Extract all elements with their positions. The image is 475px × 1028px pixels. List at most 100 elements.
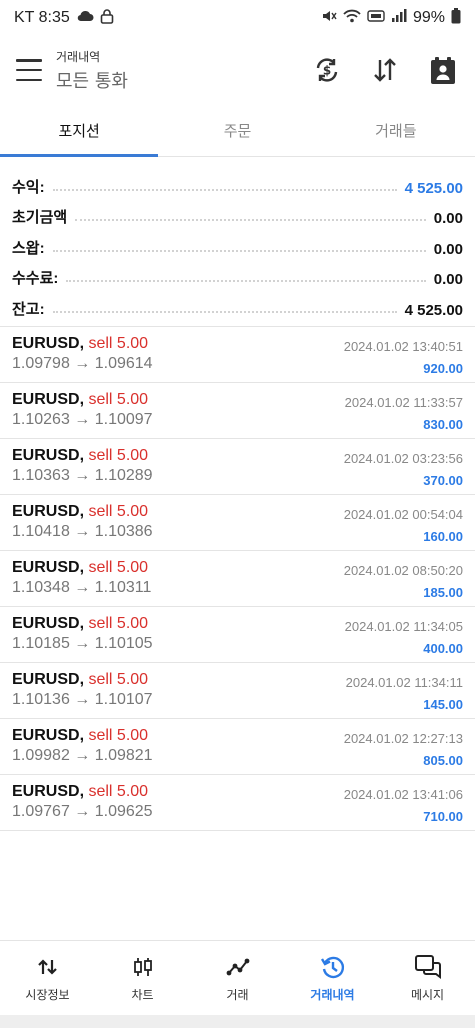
nav-item-history[interactable]: 거래내역 (285, 941, 380, 1016)
deal-time: 2024.01.02 13:41:06 (343, 787, 463, 802)
history-icon (320, 954, 346, 980)
deal-row[interactable]: EURUSD, sell 5.00 1.10363 → 1.10289 2024… (0, 439, 475, 495)
dotted-leader (75, 219, 426, 221)
deal-profit: 370.00 (423, 473, 463, 488)
wifi-icon (343, 9, 361, 28)
status-left: KT 8:35 (14, 8, 114, 29)
deposit-icon[interactable] (427, 54, 459, 86)
nav-item-quotes[interactable]: 시장정보 (0, 941, 95, 1016)
summary-label: 수수료: (12, 270, 59, 287)
deal-type: sell 5.00 (88, 559, 149, 576)
deal-row[interactable]: EURUSD, sell 5.00 1.10185 → 1.10105 2024… (0, 607, 475, 663)
nav-label: 거래 (226, 988, 249, 1002)
nav-label: 시장정보 (25, 988, 70, 1002)
summary-label: 수익: (12, 178, 45, 196)
deal-prices: 1.10348 → 1.10311 (12, 579, 152, 596)
summary-row-initial: 초기금액 0.00 (12, 197, 463, 227)
page-title[interactable]: 모든 통화 (56, 67, 128, 93)
deal-row[interactable]: EURUSD, sell 5.00 1.10418 → 1.10386 2024… (0, 495, 475, 551)
deal-profit: 400.00 (423, 641, 463, 656)
deal-symbol: EURUSD, (12, 391, 85, 408)
menu-icon[interactable] (16, 59, 42, 81)
carrier-time: KT 8:35 (14, 9, 70, 26)
mute-icon (321, 9, 337, 28)
deal-row[interactable]: EURUSD, sell 5.00 1.10263 → 1.10097 2024… (0, 383, 475, 439)
deal-prices: 1.10136 → 1.10107 (12, 691, 153, 708)
summary-value: 4 525.00 (404, 301, 463, 319)
summary-value: 0.00 (433, 240, 463, 258)
nav-label: 메시지 (410, 988, 445, 1002)
deal-time: 2024.01.02 11:34:11 (345, 675, 463, 690)
sync-icon[interactable]: $ (311, 54, 343, 86)
summary-label: 초기금액 (12, 209, 68, 226)
header-actions: $ (311, 54, 459, 86)
deal-prices: 1.09798 → 1.09614 (12, 355, 153, 372)
deal-prices: 1.09982 → 1.09821 (12, 747, 153, 764)
sort-icon[interactable] (369, 54, 401, 86)
summary-value: 4 525.00 (404, 179, 463, 197)
summary-label: 잔고: (12, 300, 45, 318)
deal-prices: 1.10363 → 1.10289 (12, 467, 153, 484)
deal-prices: 1.10418 → 1.10386 (12, 523, 153, 540)
deal-time: 2024.01.02 11:34:05 (344, 619, 463, 634)
tab-bar: 포지션 주문 거래들 (0, 104, 475, 157)
dotted-leader (52, 188, 397, 191)
deal-time: 2024.01.02 08:50:20 (343, 563, 463, 578)
deal-row[interactable]: EURUSD, sell 5.00 1.09798 → 1.09614 2024… (0, 327, 475, 383)
candles-icon (132, 954, 154, 980)
deal-profit: 710.00 (423, 809, 463, 824)
deal-row[interactable]: EURUSD, sell 5.00 1.09982 → 1.09821 2024… (0, 719, 475, 775)
deal-symbol: EURUSD, (12, 447, 85, 464)
deal-symbol: EURUSD, (12, 783, 85, 800)
deal-type: sell 5.00 (88, 727, 149, 744)
page-subtitle: 거래내역 (56, 49, 101, 64)
deal-time: 2024.01.02 13:40:51 (343, 339, 463, 354)
tab-deals[interactable]: 거래들 (317, 104, 475, 156)
deal-profit: 920.00 (423, 361, 463, 376)
deal-prices: 1.10263 → 1.10097 (12, 411, 153, 428)
deal-profit: 805.00 (423, 753, 463, 768)
deal-row[interactable]: EURUSD, sell 5.00 1.09767 → 1.09625 2024… (0, 775, 475, 831)
deal-symbol: EURUSD, (12, 559, 85, 576)
deal-profit: 145.00 (423, 697, 463, 712)
nav-item-chart[interactable]: 차트 (95, 941, 190, 1016)
tab-orders[interactable]: 주문 (158, 104, 316, 156)
bottom-nav: 시장정보 차트 거래 거래내역 메시지 (0, 940, 475, 1016)
lock-icon (100, 8, 114, 29)
deal-time: 2024.01.02 00:54:04 (343, 507, 463, 522)
deal-symbol: EURUSD, (12, 503, 85, 520)
deal-type: sell 5.00 (88, 391, 149, 408)
signal-icon (391, 8, 407, 28)
nav-item-messages[interactable]: 메시지 (380, 941, 475, 1016)
deal-row[interactable]: EURUSD, sell 5.00 1.10136 → 1.10107 2024… (0, 663, 475, 719)
tab-positions[interactable]: 포지션 (0, 104, 159, 157)
deal-profit: 185.00 (423, 585, 463, 600)
app-header: 거래내역 모든 통화 $ (0, 36, 475, 104)
summary-row-swap: 스왑: 0.00 (12, 227, 463, 258)
deal-profit: 160.00 (423, 529, 463, 544)
summary-row-balance: 잔고: 4 525.00 (12, 288, 463, 319)
dotted-leader (66, 280, 426, 282)
battery-text: 99% (412, 9, 445, 26)
nav-label: 차트 (131, 988, 154, 1002)
deal-symbol: EURUSD, (12, 671, 85, 688)
data-icon (367, 9, 385, 28)
svg-text:$: $ (323, 64, 331, 78)
summary-row-commission: 수수료: 0.00 (12, 258, 463, 288)
deal-type: sell 5.00 (88, 447, 149, 464)
deal-row[interactable]: EURUSD, sell 5.00 1.10348 → 1.10311 2024… (0, 551, 475, 607)
nav-item-trade[interactable]: 거래 (190, 941, 285, 1016)
deal-type: sell 5.00 (88, 671, 149, 688)
summary-value: 0.00 (433, 210, 463, 227)
deal-prices: 1.09767 → 1.09625 (12, 803, 153, 820)
summary-value: 0.00 (433, 271, 463, 288)
deal-type: sell 5.00 (88, 783, 149, 800)
deal-type: sell 5.00 (88, 503, 149, 520)
summary-row-profit: 수익: 4 525.00 (12, 166, 463, 197)
battery-icon (451, 7, 461, 29)
quotes-icon (37, 954, 59, 980)
nav-label: 거래내역 (310, 988, 355, 1002)
deal-symbol: EURUSD, (12, 615, 85, 632)
deal-prices: 1.10185 → 1.10105 (12, 635, 153, 652)
deals-list: EURUSD, sell 5.00 1.09798 → 1.09614 2024… (0, 326, 475, 831)
